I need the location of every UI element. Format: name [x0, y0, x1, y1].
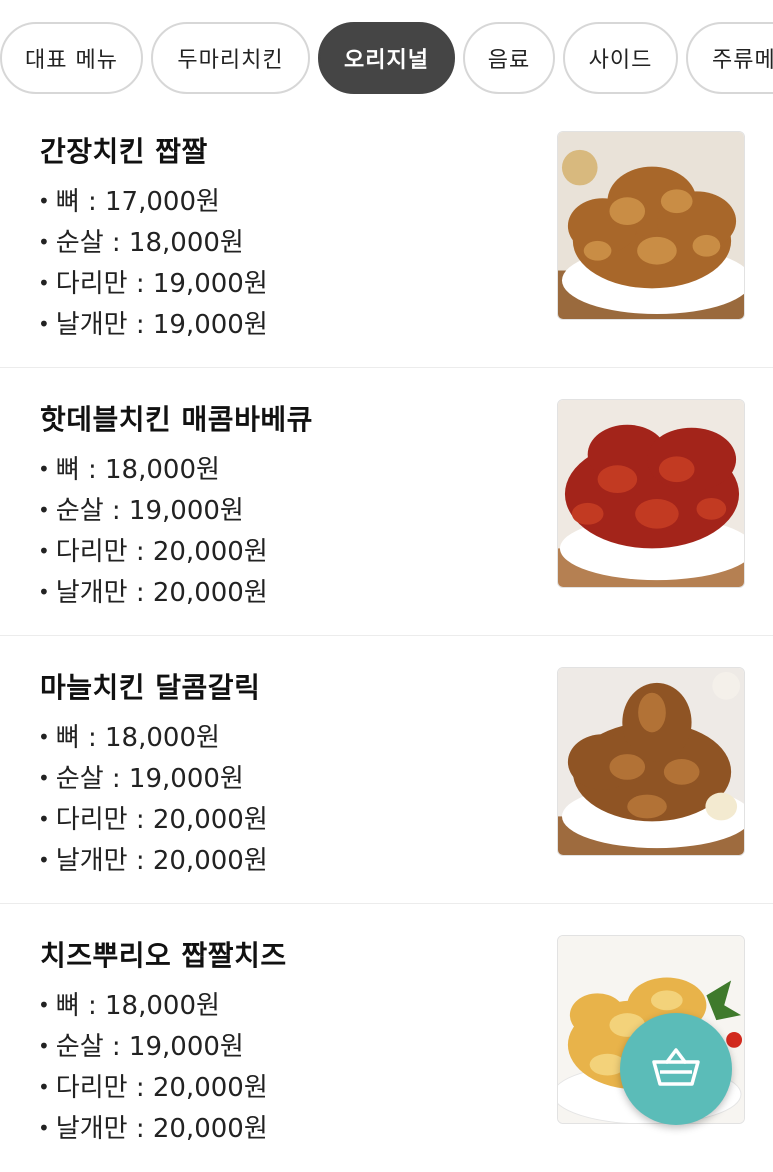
tab-two-chickens[interactable]: 두마리치킨 — [151, 22, 310, 94]
price-row: • 뼈 : 17,000원 — [38, 187, 220, 217]
shopping-basket-icon — [651, 1046, 701, 1092]
price-row: • 순살 : 19,000원 — [38, 1032, 244, 1062]
tab-original[interactable]: 오리지널 — [318, 22, 455, 94]
tab-label: 대표 메뉴 — [25, 48, 118, 73]
tab-label: 사이드 — [588, 48, 653, 73]
menu-list: 간장치킨 짭짤 • 뼈 : 17,000원 • 순살 : 18,000원 • 다리만 … — [0, 100, 773, 1172]
price-row: • 뼈 : 18,000원 — [38, 991, 220, 1021]
menu-item-name: 치즈뿌리오 짭짤치즈 — [40, 939, 287, 972]
price-row: • 뼈 : 18,000원 — [38, 455, 220, 485]
price-list: • 뼈 : 18,000원 • 순살 : 19,000원 • 다리만 : 20,000… — [38, 718, 268, 882]
price-row: • 날개만 : 20,000원 — [38, 846, 268, 876]
tab-label: 음료 — [487, 48, 531, 73]
price-row: • 날개만 : 20,000원 — [38, 1114, 268, 1144]
tab-side[interactable]: 사이드 — [563, 22, 678, 94]
price-list: • 뼈 : 18,000원 • 순살 : 19,000원 • 다리만 : 20,000… — [38, 986, 268, 1150]
tab-label: 주류메뉴 — [712, 48, 773, 73]
menu-item[interactable]: 핫데블치킨 매콤바베큐 • 뼈 : 18,000원 • 순살 : 19,000원 •… — [0, 368, 773, 636]
price-list: • 뼈 : 17,000원 • 순살 : 18,000원 • 다리만 : 19,000… — [38, 182, 268, 346]
menu-item[interactable]: 마늘치킨 달콤갈릭 • 뼈 : 18,000원 • 순살 : 19,000원 • 다리… — [0, 636, 773, 904]
price-row: • 순살 : 19,000원 — [38, 764, 244, 794]
price-row: • 다리만 : 20,000원 — [38, 537, 268, 567]
price-list: • 뼈 : 18,000원 • 순살 : 19,000원 • 다리만 : 20,000… — [38, 450, 268, 614]
menu-item-name: 간장치킨 짭짤 — [40, 135, 208, 168]
menu-item-name: 핫데블치킨 매콤바베큐 — [40, 403, 313, 436]
menu-item-photo[interactable] — [557, 131, 745, 320]
category-tabs: 대표 메뉴 두마리치킨 오리지널 음료 사이드 주류메뉴 — [0, 22, 773, 98]
price-row: • 날개만 : 19,000원 — [38, 310, 268, 340]
price-row: • 순살 : 19,000원 — [38, 496, 244, 526]
price-row: • 순살 : 18,000원 — [38, 228, 244, 258]
price-row: • 뼈 : 18,000원 — [38, 723, 220, 753]
tab-representative-menu[interactable]: 대표 메뉴 — [0, 22, 143, 94]
menu-item-photo[interactable] — [557, 667, 745, 856]
tab-label: 두마리치킨 — [177, 48, 284, 73]
price-row: • 다리만 : 20,000원 — [38, 805, 268, 835]
menu-item[interactable]: 간장치킨 짭짤 • 뼈 : 17,000원 • 순살 : 18,000원 • 다리만 … — [0, 100, 773, 368]
tab-label: 오리지널 — [344, 48, 429, 73]
menu-item-photo[interactable] — [557, 399, 745, 588]
price-row: • 다리만 : 20,000원 — [38, 1073, 268, 1103]
price-row: • 날개만 : 20,000원 — [38, 578, 268, 608]
menu-item-name: 마늘치킨 달콤갈릭 — [40, 671, 261, 704]
tab-alcohol-menu[interactable]: 주류메뉴 — [686, 22, 773, 94]
price-row: • 다리만 : 19,000원 — [38, 269, 268, 299]
tab-drinks[interactable]: 음료 — [463, 22, 555, 94]
cart-button[interactable] — [620, 1013, 732, 1125]
